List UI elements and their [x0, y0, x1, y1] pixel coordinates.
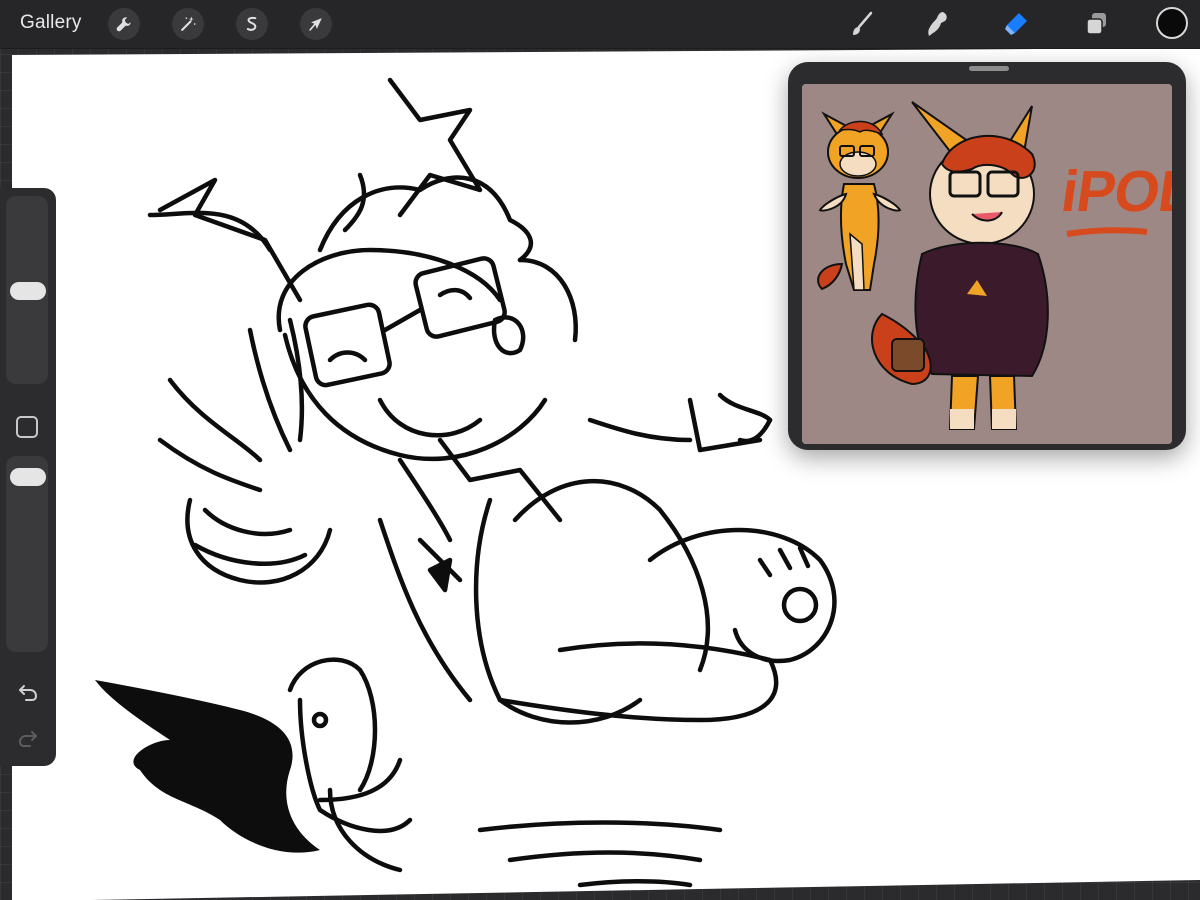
- brush-size-slider[interactable]: [6, 196, 48, 384]
- brush-opacity-slider[interactable]: [6, 456, 48, 652]
- brush-tool-button[interactable]: [844, 6, 880, 42]
- eraser-tool-button[interactable]: [998, 6, 1034, 42]
- magic-wand-icon: [181, 16, 196, 31]
- transform-button[interactable]: [300, 8, 332, 40]
- reference-drag-handle[interactable]: [969, 66, 1009, 71]
- redo-button[interactable]: [14, 724, 42, 752]
- layers-icon: [1086, 13, 1106, 35]
- undo-button[interactable]: [14, 678, 42, 706]
- selection-s-icon: [246, 16, 257, 31]
- actions-button[interactable]: [108, 8, 140, 40]
- transform-arrow-icon: [309, 18, 322, 31]
- eraser-icon: [1005, 13, 1027, 35]
- smudge-tool-button[interactable]: [920, 6, 956, 42]
- reference-window[interactable]: iPOD: [788, 62, 1186, 450]
- reference-caption: iPOD: [1057, 159, 1172, 224]
- smudge-icon: [928, 12, 947, 36]
- reference-image: iPOD: [802, 84, 1172, 444]
- left-sidebar: [0, 188, 56, 766]
- brush-icon: [853, 11, 873, 35]
- color-picker-button[interactable]: [1156, 7, 1188, 39]
- reference-artwork: [802, 84, 1172, 444]
- modify-button[interactable]: [16, 416, 38, 438]
- redo-icon: [18, 731, 37, 747]
- wrench-icon: [116, 17, 131, 32]
- brush-opacity-thumb[interactable]: [10, 468, 46, 486]
- selection-button[interactable]: [236, 8, 268, 40]
- layers-button[interactable]: [1078, 6, 1114, 42]
- brush-size-thumb[interactable]: [10, 282, 46, 300]
- top-toolbar: Gallery: [0, 0, 1200, 49]
- gallery-button[interactable]: Gallery: [20, 12, 82, 34]
- adjustments-button[interactable]: [172, 8, 204, 40]
- undo-icon: [19, 685, 38, 701]
